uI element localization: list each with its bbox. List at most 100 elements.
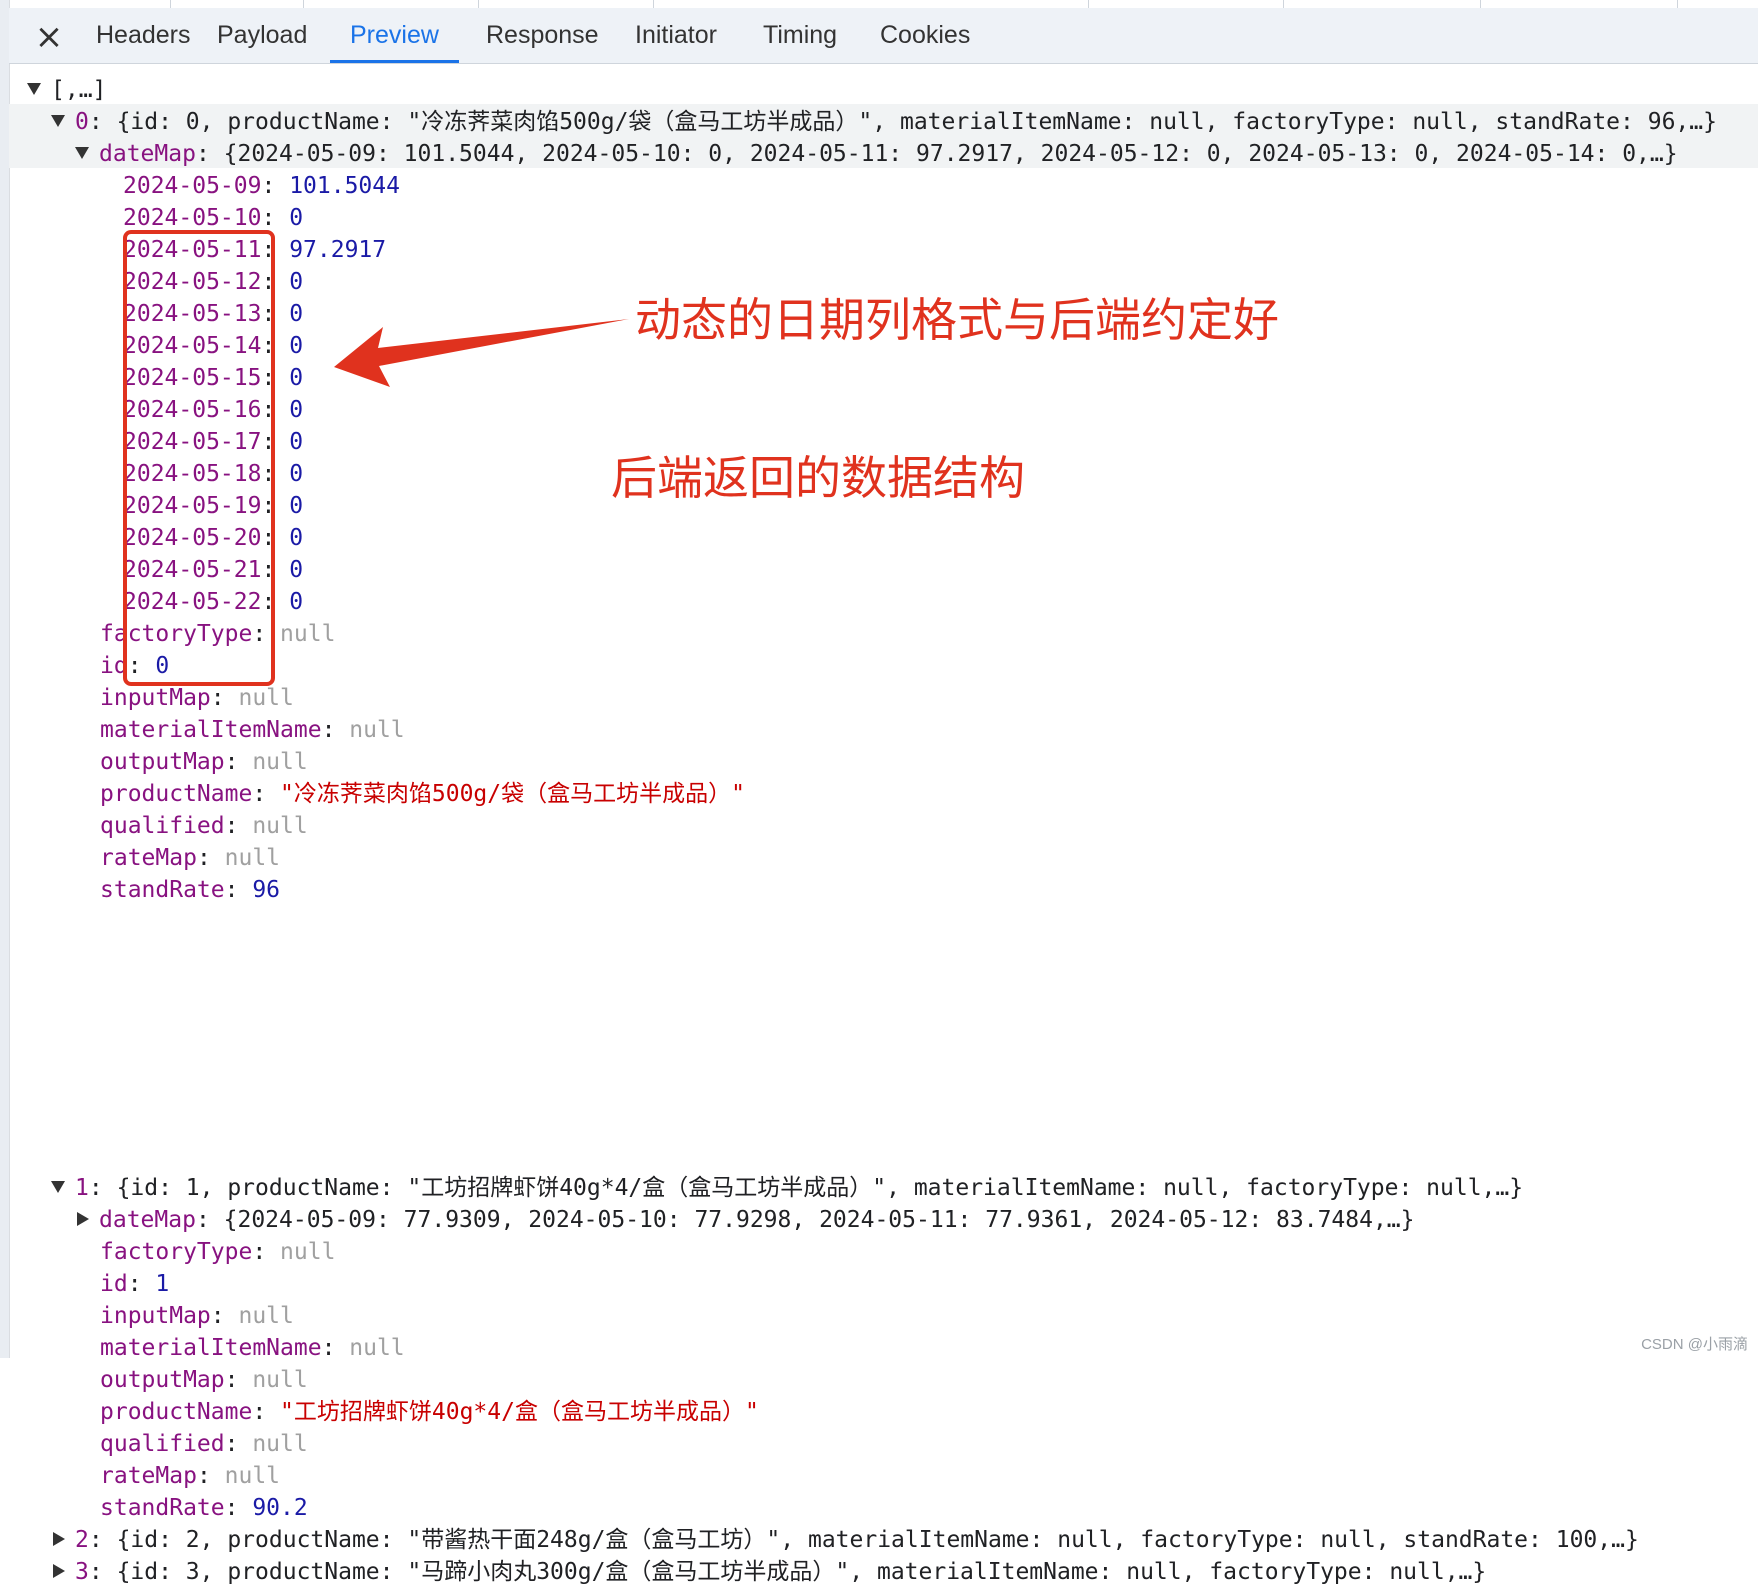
tab-payload[interactable]: Payload	[197, 8, 327, 63]
colon: :	[321, 717, 350, 743]
tab-cookies[interactable]: Cookies	[860, 8, 990, 63]
prop-row[interactable]: rateMap: null	[100, 1460, 280, 1492]
prop-key: 2024-05-21	[123, 557, 262, 583]
prop-row[interactable]: outputMap: null	[100, 746, 308, 778]
datemap-entry[interactable]: 2024-05-15: 0	[123, 362, 303, 394]
colon: :	[224, 1367, 253, 1393]
prop-value: null	[252, 1367, 308, 1393]
tree-datemap-1[interactable]: dateMap: {2024-05-09: 77.9309, 2024-05-1…	[75, 1204, 1415, 1236]
prop-row[interactable]: outputMap: null	[100, 1364, 308, 1396]
expand-triangle-icon[interactable]	[75, 146, 89, 159]
datemap-entry[interactable]: 2024-05-20: 0	[123, 522, 303, 554]
prop-row[interactable]: standRate: 96	[100, 874, 280, 906]
prop-row[interactable]: materialItemName: null	[100, 714, 405, 746]
datemap-entry[interactable]: 2024-05-19: 0	[123, 490, 303, 522]
prop-value: 90.2	[252, 1495, 308, 1521]
datemap-entry[interactable]: 2024-05-18: 0	[123, 458, 303, 490]
datemap-entry[interactable]: 2024-05-10: 0	[123, 202, 303, 234]
prop-value: 0	[289, 333, 304, 359]
tree-datemap-0[interactable]: dateMap: {2024-05-09: 101.5044, 2024-05-…	[75, 138, 1678, 170]
watermark: CSDN @小雨滴	[1641, 1336, 1748, 1353]
item-index: 1	[75, 1175, 89, 1201]
datemap-entry[interactable]: 2024-05-21: 0	[123, 554, 303, 586]
prop-row[interactable]: rateMap: null	[100, 842, 280, 874]
prop-value: 0	[289, 397, 304, 423]
datemap-entry[interactable]: 2024-05-13: 0	[123, 298, 303, 330]
colon: :	[127, 1271, 156, 1297]
prop-row[interactable]: id: 1	[100, 1268, 169, 1300]
prop-key: standRate	[100, 877, 225, 903]
colon: :	[261, 333, 290, 359]
prop-row[interactable]: factoryType: null	[100, 1236, 335, 1268]
prop-value: 0	[289, 429, 304, 455]
prop-key: standRate	[100, 1495, 225, 1521]
prop-row[interactable]: inputMap: null	[100, 682, 294, 714]
prop-row[interactable]: productName: "工坊招牌虾饼40g*4/盒（盒马工坊半成品）"	[100, 1396, 759, 1428]
colon: :	[261, 237, 290, 263]
column-divider	[478, 0, 479, 8]
datemap-summary: {2024-05-09: 101.5044, 2024-05-10: 0, 20…	[223, 141, 1678, 167]
prop-key: 2024-05-19	[123, 493, 262, 519]
colon: :	[224, 1431, 253, 1457]
prop-value: null	[238, 1303, 294, 1329]
datemap-entry[interactable]: 2024-05-16: 0	[123, 394, 303, 426]
prop-key: factoryType	[100, 1239, 253, 1265]
datemap-summary: {2024-05-09: 77.9309, 2024-05-10: 77.929…	[223, 1207, 1415, 1233]
tree-item-3[interactable]: 3: {id: 3, productName: "马蹄小肉丸300g/盒（盒马工…	[51, 1556, 1486, 1588]
prop-value: "冷冻荠菜肉馅500g/袋（盒马工坊半成品）"	[280, 781, 745, 807]
collapse-triangle-icon[interactable]	[53, 1531, 65, 1546]
item-summary: {id: 3, productName: "马蹄小肉丸300g/盒（盒马工坊半成…	[116, 1559, 1487, 1585]
prop-key: rateMap	[100, 1463, 197, 1489]
prop-key: 2024-05-20	[123, 525, 262, 551]
prop-key: 2024-05-17	[123, 429, 262, 455]
colon: :	[261, 397, 290, 423]
prop-value: null	[252, 1431, 308, 1457]
tree-item-0[interactable]: 0: {id: 0, productName: "冷冻荠菜肉馅500g/袋（盒马…	[51, 106, 1717, 138]
expand-triangle-icon[interactable]	[51, 114, 65, 127]
datemap-entry[interactable]: 2024-05-14: 0	[123, 330, 303, 362]
prop-value: 0	[289, 525, 304, 551]
tab-preview[interactable]: Preview	[330, 8, 459, 63]
prop-value: 0	[289, 589, 304, 615]
prop-row[interactable]: id: 0	[100, 650, 169, 682]
prop-value: 0	[289, 493, 304, 519]
prop-key: id	[100, 1271, 128, 1297]
collapse-triangle-icon[interactable]	[77, 1211, 89, 1226]
expand-triangle-icon[interactable]	[27, 82, 41, 95]
datemap-entry[interactable]: 2024-05-12: 0	[123, 266, 303, 298]
prop-key: productName	[100, 781, 253, 807]
collapse-triangle-icon[interactable]	[53, 1563, 65, 1578]
tree-item-1[interactable]: 1: {id: 1, productName: "工坊招牌虾饼40g*4/盒（盒…	[51, 1172, 1523, 1204]
item-summary: {id: 0, productName: "冷冻荠菜肉馅500g/袋（盒马工坊半…	[116, 109, 1717, 135]
colon: :	[261, 429, 290, 455]
datemap-entry[interactable]: 2024-05-11: 97.2917	[123, 234, 386, 266]
prop-row[interactable]: qualified: null	[100, 810, 308, 842]
colon: :	[252, 781, 281, 807]
prop-row[interactable]: factoryType: null	[100, 618, 335, 650]
item-summary: {id: 1, productName: "工坊招牌虾饼40g*4/盒（盒马工坊…	[116, 1175, 1524, 1201]
colon: :	[127, 653, 156, 679]
prop-key: materialItemName	[100, 717, 322, 743]
expand-triangle-icon[interactable]	[51, 1180, 65, 1193]
tab-response[interactable]: Response	[466, 8, 619, 63]
datemap-entry[interactable]: 2024-05-22: 0	[123, 586, 303, 618]
prop-row[interactable]: standRate: 90.2	[100, 1492, 308, 1524]
prop-key: factoryType	[100, 621, 253, 647]
colon: :	[196, 845, 225, 871]
tab-timing[interactable]: Timing	[743, 8, 857, 63]
prop-value: null	[224, 1463, 281, 1489]
tree-item-2[interactable]: 2: {id: 2, productName: "带酱热干面248g/盒（盒马工…	[51, 1524, 1639, 1556]
prop-row[interactable]: productName: "冷冻荠菜肉馅500g/袋（盒马工坊半成品）"	[100, 778, 745, 810]
tab-headers[interactable]: Headers	[76, 8, 211, 63]
prop-row[interactable]: qualified: null	[100, 1428, 308, 1460]
prop-row[interactable]: materialItemName: null	[100, 1332, 405, 1364]
json-preview: [,…] 0: {id: 0, productName: "冷冻荠菜肉馅500g…	[9, 64, 1758, 1585]
prop-row[interactable]: inputMap: null	[100, 1300, 294, 1332]
datemap-entry[interactable]: 2024-05-17: 0	[123, 426, 303, 458]
close-icon[interactable]: ×	[29, 17, 69, 57]
tab-initiator[interactable]: Initiator	[615, 8, 737, 63]
datemap-entry[interactable]: 2024-05-09: 101.5044	[123, 170, 400, 202]
colon: :	[261, 589, 290, 615]
item-summary: {id: 2, productName: "带酱热干面248g/盒（盒马工坊）"…	[116, 1527, 1639, 1553]
tree-root[interactable]: [,…]	[27, 74, 106, 106]
